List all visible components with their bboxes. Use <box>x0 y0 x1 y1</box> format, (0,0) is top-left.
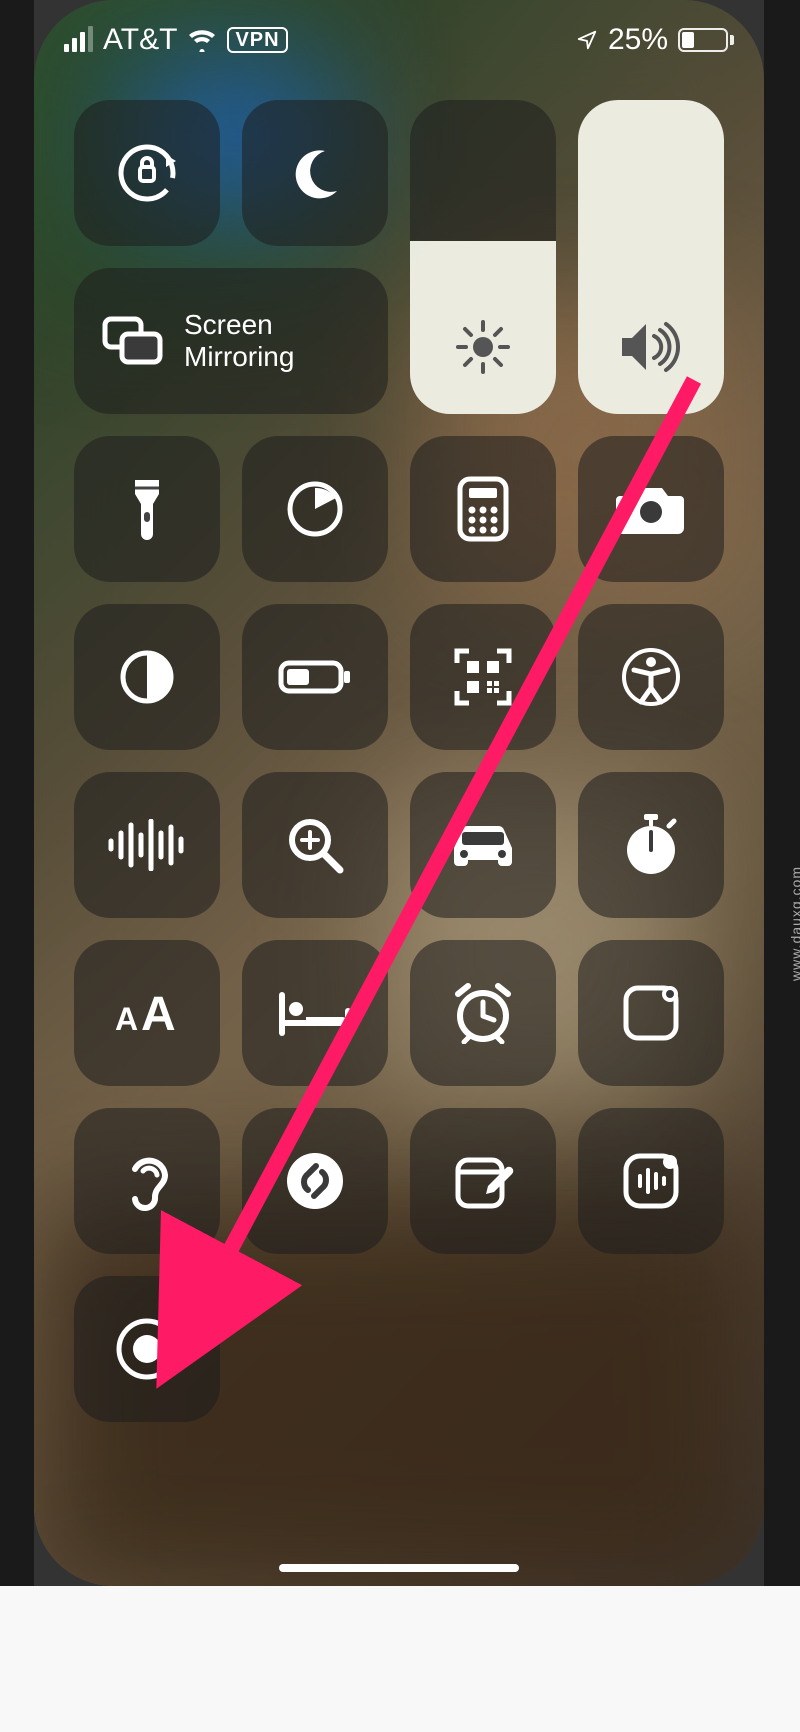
rotation-lock-button[interactable] <box>74 100 220 246</box>
screen-mirroring-icon <box>102 316 164 366</box>
control-center-screen: AT&T VPN 25% <box>34 0 764 1586</box>
accessibility-icon <box>620 646 682 708</box>
notes-button[interactable] <box>410 1108 556 1254</box>
calculator-icon <box>457 476 509 542</box>
letterbox <box>0 0 34 1586</box>
stopwatch-button[interactable] <box>578 772 724 918</box>
text-size-icon: AA <box>111 988 183 1038</box>
brightness-slider[interactable] <box>410 100 556 414</box>
watermark: www.dauxq.com <box>788 866 800 981</box>
timer-icon <box>284 478 346 540</box>
timer-button[interactable] <box>242 436 388 582</box>
shazam-button[interactable] <box>242 1108 388 1254</box>
dark-mode-button[interactable] <box>74 604 220 750</box>
qr-scanner-button[interactable] <box>410 604 556 750</box>
svg-text:A: A <box>115 1001 138 1037</box>
sound-recognition-button[interactable] <box>578 1108 724 1254</box>
wifi-icon <box>187 28 217 52</box>
record-icon <box>114 1316 180 1382</box>
screen-mirroring-button[interactable]: Screen Mirroring <box>74 268 388 414</box>
waveform-icon <box>105 819 189 871</box>
magnifier-icon <box>284 814 346 876</box>
stopwatch-icon <box>622 812 680 878</box>
bed-icon <box>276 989 354 1037</box>
alarm-button[interactable] <box>410 940 556 1086</box>
moon-icon <box>285 143 345 203</box>
vpn-badge: VPN <box>227 27 287 53</box>
volume-slider[interactable] <box>578 100 724 414</box>
camera-icon <box>616 482 686 536</box>
flashlight-button[interactable] <box>74 436 220 582</box>
location-arrow-icon <box>576 29 598 51</box>
carrier-label: AT&T <box>103 23 177 57</box>
magnifier-button[interactable] <box>242 772 388 918</box>
letterbox <box>0 1586 800 1732</box>
battery-icon <box>278 657 352 697</box>
low-power-mode-button[interactable] <box>242 604 388 750</box>
sound-recognition-icon <box>618 1148 684 1214</box>
alarm-clock-icon <box>450 982 516 1044</box>
qr-code-icon <box>453 647 513 707</box>
speaker-icon <box>578 318 724 376</box>
car-icon <box>444 820 522 870</box>
svg-text:A: A <box>141 988 176 1038</box>
rotation-lock-icon <box>111 137 183 209</box>
battery-percent-label: 25% <box>608 23 668 57</box>
screen-mirroring-label: Screen Mirroring <box>184 309 294 373</box>
dark-mode-icon <box>118 648 176 706</box>
do-not-disturb-button[interactable] <box>242 100 388 246</box>
shazam-icon <box>284 1150 346 1212</box>
driving-dnd-button[interactable] <box>410 772 556 918</box>
letterbox <box>764 0 800 1586</box>
calculator-button[interactable] <box>410 436 556 582</box>
accessibility-button[interactable] <box>578 604 724 750</box>
sleep-button[interactable] <box>242 940 388 1086</box>
screen-recording-button[interactable] <box>74 1276 220 1422</box>
battery-icon <box>678 28 734 52</box>
notes-compose-icon <box>452 1150 514 1212</box>
voice-memo-button[interactable] <box>74 772 220 918</box>
sun-icon <box>410 318 556 376</box>
camera-button[interactable] <box>578 436 724 582</box>
home-indicator[interactable] <box>279 1564 519 1572</box>
quick-note-button[interactable] <box>578 940 724 1086</box>
flashlight-icon <box>127 474 167 544</box>
quick-note-icon <box>620 982 682 1044</box>
ear-icon <box>123 1147 171 1215</box>
text-size-button[interactable]: AA <box>74 940 220 1086</box>
hearing-button[interactable] <box>74 1108 220 1254</box>
cellular-signal-icon <box>64 28 93 52</box>
status-bar: AT&T VPN 25% <box>34 0 764 70</box>
